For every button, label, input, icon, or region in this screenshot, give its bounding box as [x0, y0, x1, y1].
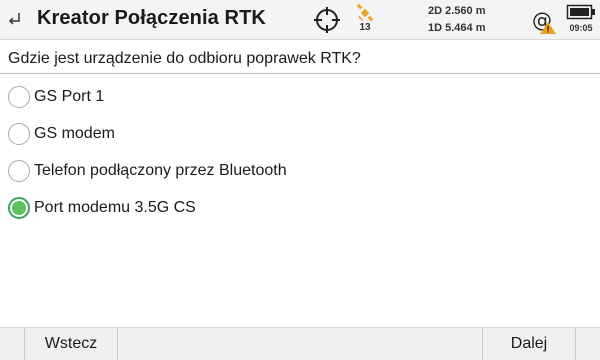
option-bluetooth-phone[interactable]: Telefon podłączony przez Bluetooth — [0, 154, 600, 191]
precision-readout[interactable]: 2D 2.560 m 1D 5.464 m — [428, 3, 485, 37]
option-gs-port-1[interactable]: GS Port 1 — [0, 80, 600, 117]
option-modem-port-3-5g[interactable]: Port modemu 3.5G CS — [0, 191, 600, 228]
option-label: Port modemu 3.5G CS — [34, 199, 196, 216]
back-button[interactable]: Wstecz — [24, 328, 118, 360]
radio-button-selected[interactable] — [8, 197, 30, 219]
link-status[interactable]: @ — [530, 6, 560, 36]
clock-time: 09:05 — [569, 23, 593, 33]
battery-icon — [566, 4, 595, 20]
rtk-connection-wizard: Kreator Połączenia RTK 13 2D 2.560 m 1D … — [0, 0, 600, 360]
return-arrow-icon — [8, 13, 20, 25]
at-link-warning-icon: @ — [532, 8, 556, 34]
option-label: Telefon podłączony przez Bluetooth — [34, 162, 287, 179]
header-bar: Kreator Połączenia RTK 13 2D 2.560 m 1D … — [0, 0, 600, 40]
back-arrow-button[interactable] — [2, 4, 28, 34]
page-title: Kreator Połączenia RTK — [37, 7, 266, 29]
option-label: GS Port 1 — [34, 88, 105, 105]
question-text: Gdzie jest urządzenie do odbioru poprawe… — [0, 46, 600, 74]
radio-button[interactable] — [8, 160, 30, 182]
satellite-status[interactable]: 13 — [352, 2, 378, 38]
precision-1d: 1D 5.464 m — [428, 22, 486, 34]
satellite-icon — [356, 4, 374, 22]
option-label: GS modem — [34, 125, 115, 142]
option-gs-modem[interactable]: GS modem — [0, 117, 600, 154]
radio-button[interactable] — [8, 123, 30, 145]
satellite-count: 13 — [359, 22, 371, 33]
battery-status[interactable]: 09:05 — [566, 3, 596, 37]
footer-bar: Wstecz Dalej — [0, 327, 600, 360]
precision-2d: 2D 2.560 m — [428, 5, 486, 17]
option-list: GS Port 1 GS modem Telefon podłączony pr… — [0, 80, 600, 228]
next-button[interactable]: Dalej — [482, 328, 576, 360]
crosshair-target-icon[interactable] — [312, 5, 342, 35]
radio-button[interactable] — [8, 86, 30, 108]
